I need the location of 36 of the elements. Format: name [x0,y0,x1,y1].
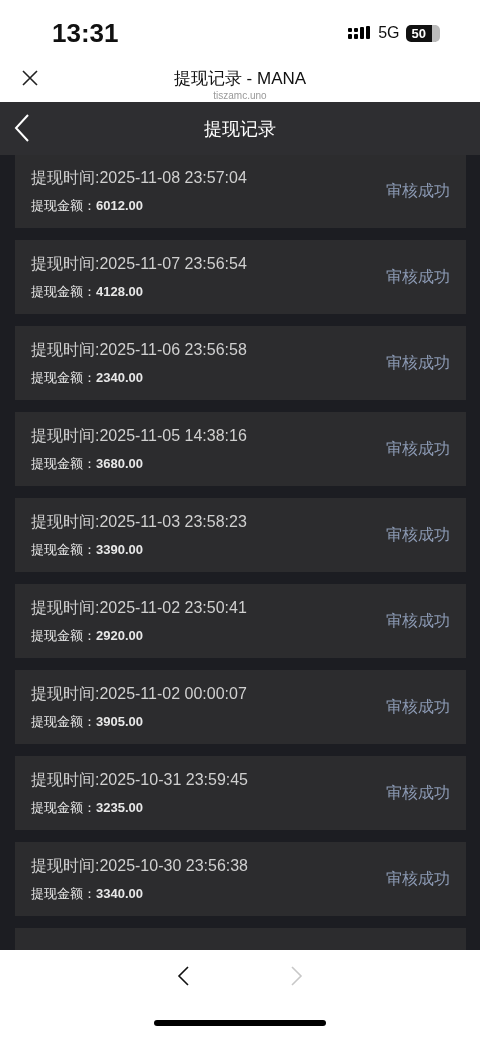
withdraw-amount: 提现金额：2340.00 [31,368,144,387]
review-status: 审核成功 [386,524,450,545]
back-icon[interactable] [177,966,189,986]
withdraw-time: 提现时间:2025-11-03 23:58:23 [31,511,247,532]
page-title: 提现记录 - MANA [173,68,307,90]
review-status: 审核成功 [386,782,450,803]
withdraw-time: 提现时间:2025-11-07 23:56:54 [31,253,247,274]
withdraw-time: 提现时间:2025-11-06 23:56:58 [31,339,247,360]
withdraw-amount: 提现金额：2920.00 [31,626,144,645]
review-status: 审核成功 [386,696,450,717]
withdraw-amount: 提现金额：3390.00 [31,540,144,559]
page-url: tiszamc.uno [213,90,267,101]
withdraw-amount: 提现金额：3905.00 [31,712,144,731]
withdraw-time: 提现时间:2025-11-05 14:38:16 [31,425,247,446]
withdraw-time: 提现时间:2025-11-02 23:50:41 [31,597,247,618]
network-label: 5G [378,24,400,42]
withdraw-amount: 提现金额：3680.00 [31,454,144,473]
status-time: 13:31 [52,17,119,49]
signal-icon [348,26,373,40]
withdraw-time: 提现时间:2025-10-30 23:56:38 [31,855,248,876]
review-status: 审核成功 [386,181,450,201]
withdraw-time: 提现时间:2025-10-31 23:59:45 [31,769,248,790]
review-status: 审核成功 [386,266,450,287]
review-status: 审核成功 [386,868,450,889]
close-icon[interactable] [22,70,38,86]
nav-title: 提现记录 [204,117,276,141]
withdraw-amount: 提现金额：4128.00 [31,282,144,301]
withdraw-amount: 提现金额：6012.00 [31,197,144,215]
review-status: 审核成功 [386,352,450,373]
withdraw-amount: 提现金额：3340.00 [31,884,144,903]
withdraw-time: 提现时间:2025-11-02 00:00:07 [31,683,247,704]
withdraw-amount: 提现金额：3235.00 [31,798,144,817]
review-status: 审核成功 [386,610,450,631]
withdraw-time: 提现时间:2025-11-08 23:57:04 [31,168,247,188]
battery-indicator: 50 [405,24,440,42]
review-status: 审核成功 [386,438,450,459]
